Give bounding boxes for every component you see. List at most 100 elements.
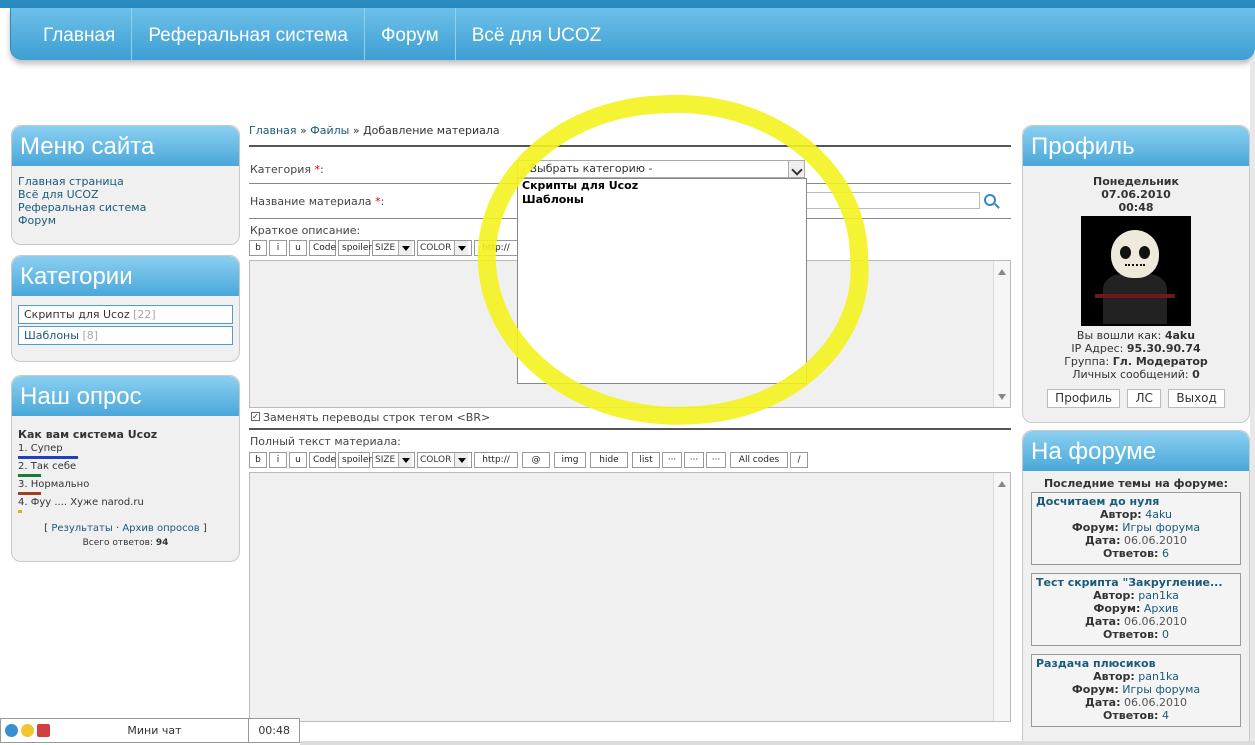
scrollbar[interactable]	[993, 473, 1010, 721]
menu-link-forum[interactable]: Форум	[18, 214, 233, 227]
forum-topics: Досчитаем до нуля Автор: 4aku Форум: Игры …	[1031, 492, 1241, 727]
size-select[interactable]: SIZE	[372, 240, 415, 256]
color-select[interactable]: COLOR	[417, 452, 472, 468]
scroll-down-icon[interactable]	[998, 394, 1006, 404]
toolbar-button-list[interactable]: list	[632, 452, 660, 468]
label-colon: :	[319, 163, 324, 176]
profile-user: 4aku	[1164, 329, 1196, 342]
toolbar-button-b[interactable]: b	[249, 452, 267, 468]
chevron-down-icon[interactable]	[398, 453, 413, 467]
toolbar-button-spoiler[interactable]: spoiler	[338, 452, 372, 468]
category-select[interactable]: - Выбрать категорию -	[517, 160, 805, 178]
full-text-textarea[interactable]	[249, 472, 1011, 722]
pm-button[interactable]: ЛС	[1127, 389, 1161, 408]
nav-forum[interactable]: Форум	[365, 8, 456, 60]
toolbar-button-[interactable]: ···	[706, 452, 726, 468]
smile-icon[interactable]	[21, 724, 34, 737]
chevron-down-icon[interactable]	[454, 453, 469, 467]
category-item[interactable]: Скрипты для Ucoz [22]	[18, 305, 233, 324]
tools-icon[interactable]	[37, 724, 50, 737]
toolbar-button-http[interactable]: http://	[474, 240, 518, 256]
toolbar-button-[interactable]: ···	[684, 452, 704, 468]
poll-answer-bar	[18, 456, 78, 459]
label-colon: :	[380, 195, 385, 208]
toolbar-button-spoiler[interactable]: spoiler	[338, 240, 372, 256]
toolbar-button-[interactable]: @	[522, 452, 550, 468]
scroll-up-icon[interactable]	[998, 265, 1006, 275]
chevron-down-icon[interactable]	[454, 241, 469, 255]
logout-button[interactable]: Выход	[1168, 389, 1225, 408]
search-icon[interactable]	[984, 194, 996, 206]
divider	[249, 145, 1011, 147]
refresh-icon[interactable]	[5, 724, 18, 737]
toolbar-button-u[interactable]: u	[289, 240, 307, 256]
menu-link-home[interactable]: Главная страница	[18, 175, 233, 188]
br-checkbox[interactable]: ✓	[251, 412, 260, 421]
toolbar-button-i[interactable]: i	[269, 240, 287, 256]
topic-replies[interactable]: 6	[1162, 547, 1169, 560]
scrollbar[interactable]	[993, 261, 1010, 407]
size-select-label: SIZE	[375, 455, 396, 465]
breadcrumb-home[interactable]: Главная	[249, 124, 297, 137]
category-item[interactable]: Шаблоны [8]	[18, 326, 233, 345]
menu-link-ucoz[interactable]: Всё для UCOZ	[18, 188, 233, 201]
size-select[interactable]: SIZE	[372, 452, 415, 468]
breadcrumb-current: Добавление материала	[363, 124, 500, 137]
topic-replies[interactable]: 0	[1162, 628, 1169, 641]
topic-title[interactable]: Раздача плюсиков	[1036, 657, 1236, 670]
toolbar-button-[interactable]: ···	[662, 452, 682, 468]
right-scrollbar[interactable]	[1250, 60, 1255, 745]
chevron-down-icon[interactable]	[788, 161, 804, 177]
forum-block: На форуме Последние темы на форуме: Досч…	[1022, 430, 1250, 745]
toolbar-button-b[interactable]: b	[249, 240, 267, 256]
poll-archive-link[interactable]: Архив опросов	[122, 523, 199, 534]
minichat-title[interactable]: Мини чат	[61, 719, 250, 742]
forum-title: На форуме	[1023, 431, 1249, 471]
topic-forum-label: Форум:	[1071, 521, 1119, 534]
nav-referral[interactable]: Реферальная система	[132, 8, 365, 60]
topic-replies[interactable]: 4	[1162, 709, 1169, 722]
toolbar-button-u[interactable]: u	[289, 452, 307, 468]
short-desc-label: Краткое описание:	[250, 224, 361, 237]
scroll-up-icon[interactable]	[998, 477, 1006, 487]
poll-results-link[interactable]: Результаты	[51, 523, 112, 534]
nav-home[interactable]: Главная	[11, 8, 133, 60]
dropdown-option[interactable]: Шаблоны	[518, 193, 806, 207]
avatar[interactable]	[1081, 216, 1191, 326]
toolbar-button-http[interactable]: http://	[474, 452, 518, 468]
topic-title[interactable]: Досчитаем до нуля	[1036, 495, 1236, 508]
toolbar-button-[interactable]: /	[790, 452, 808, 468]
toolbar-button-img[interactable]: img	[554, 452, 586, 468]
profile-pm: 0	[1192, 368, 1200, 381]
topic-forum[interactable]: Архив	[1144, 602, 1179, 615]
dropdown-option[interactable]: Скрипты для Ucoz	[518, 179, 806, 193]
divider	[249, 428, 1011, 430]
toolbar-button-Code[interactable]: Code	[309, 240, 336, 256]
menu-link-referral[interactable]: Реферальная система	[18, 201, 233, 214]
topic-forum-label: Форум:	[1093, 602, 1141, 615]
toolbar-button-Allcodes[interactable]: All codes	[730, 452, 788, 468]
poll-link-separator: ·	[115, 523, 120, 534]
color-select[interactable]: COLOR	[417, 240, 472, 256]
topic-author[interactable]: pan1ka	[1138, 589, 1179, 602]
topic-forum[interactable]: Игры форума	[1122, 683, 1200, 696]
breadcrumb-files[interactable]: Файлы	[310, 124, 349, 137]
profile-group: Гл. Модератор	[1112, 355, 1208, 368]
categories-block: Категории Скрипты для Ucoz [22] Шаблоны …	[11, 255, 240, 362]
poll-answer: 4. Фуу .... Хуже narod.ru	[18, 497, 144, 508]
poll-block: Наш опрос Как вам система Ucoz 1. Супер 2…	[11, 375, 240, 562]
nav-ucoz[interactable]: Всё для UCOZ	[456, 8, 618, 60]
topic-author[interactable]: 4aku	[1145, 508, 1172, 521]
topic-author[interactable]: pan1ka	[1138, 670, 1179, 683]
topic-date-label: Дата:	[1085, 534, 1121, 547]
toolbar-button-i[interactable]: i	[269, 452, 287, 468]
topic-title[interactable]: Тест скрипта "Закругление...	[1036, 576, 1236, 589]
profile-button[interactable]: Профиль	[1047, 389, 1120, 408]
site-menu-title: Меню сайта	[12, 126, 239, 166]
topic-date-label: Дата:	[1085, 696, 1121, 709]
toolbar-button-hide[interactable]: hide	[590, 452, 628, 468]
title-input[interactable]	[805, 192, 980, 209]
chevron-down-icon[interactable]	[398, 241, 413, 255]
toolbar-button-Code[interactable]: Code	[309, 452, 336, 468]
topic-forum[interactable]: Игры форума	[1122, 521, 1200, 534]
